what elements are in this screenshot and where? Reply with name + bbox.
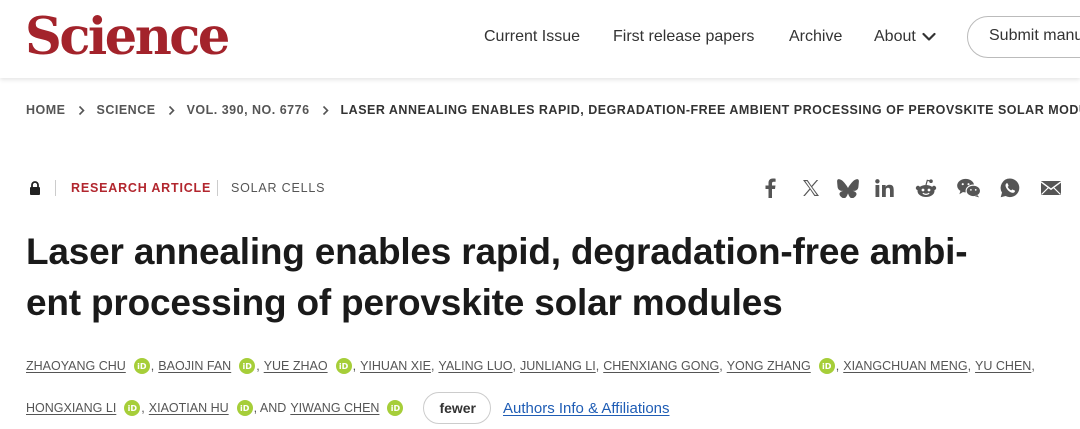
author-separator: , — [150, 359, 155, 373]
breadcrumb: HOME SCIENCE VOL. 390, NO. 6776 LASER AN… — [26, 103, 1080, 117]
author-separator: , — [256, 359, 260, 373]
linkedin-icon[interactable] — [872, 177, 896, 199]
author-separator: , — [1031, 359, 1035, 373]
author-name[interactable]: XIAOTIAN HU — [149, 401, 229, 415]
author-separator: , — [595, 359, 600, 373]
orcid-icon[interactable]: iD — [335, 358, 352, 374]
nav-about-label: About — [874, 28, 916, 45]
whatsapp-icon[interactable] — [998, 177, 1022, 199]
author-name[interactable]: YIHUAN XIE — [360, 359, 431, 373]
author-separator: , — [967, 359, 972, 373]
x-icon[interactable] — [799, 177, 823, 199]
article-type-label[interactable]: RESEARCH ARTICLE — [71, 181, 211, 195]
orcid-icon[interactable]: iD — [387, 400, 404, 416]
author-name[interactable]: HONGXIANG LI — [26, 401, 116, 415]
bluesky-icon[interactable] — [836, 177, 860, 199]
author-list-row: ZHAOYANG CHU iD, BAOJIN FAN iD, YUE ZHAO iD, Y… — [26, 358, 1039, 374]
orcid-icon[interactable]: iD — [133, 358, 150, 374]
breadcrumb-science[interactable]: SCIENCE — [97, 103, 156, 117]
article-title: Laser annealing enables rapid, degradati… — [26, 226, 1066, 328]
author-name[interactable]: CHENXIANG GONG — [603, 359, 719, 373]
author-name[interactable]: BAOJIN FAN — [158, 359, 231, 373]
author-separator: , — [835, 359, 840, 373]
nav-first-release-papers[interactable]: First release papers — [613, 27, 754, 47]
wechat-icon[interactable] — [957, 177, 981, 199]
author-separator: , — [141, 401, 145, 415]
breadcrumb-current: LASER ANNEALING ENABLES RAPID, DEGRADATI… — [340, 103, 1080, 117]
author-list-row: HONGXIANG LI iD, XIAOTIAN HU iD, AND YIWANG … — [26, 392, 670, 424]
divider — [55, 180, 56, 196]
author-separator: , — [352, 359, 357, 373]
facebook-icon[interactable] — [758, 177, 782, 199]
chevron-right-icon — [322, 105, 329, 116]
fewer-authors-button[interactable]: fewer — [423, 392, 492, 424]
author-name[interactable]: YIWANG CHEN — [290, 401, 379, 415]
nav-about[interactable]: About — [874, 27, 936, 47]
nav-archive[interactable]: Archive — [789, 27, 842, 47]
article-title-line: ent processing of perovskite solar modul… — [26, 282, 783, 323]
breadcrumb-issue[interactable]: VOL. 390, NO. 6776 — [187, 103, 310, 117]
author-name[interactable]: YONG ZHANG — [727, 359, 811, 373]
author-name[interactable]: ZHAOYANG CHU — [26, 359, 126, 373]
site-header: Science Current Issue First release pape… — [0, 0, 1080, 78]
author-name[interactable]: XIANGCHUAN MENG — [843, 359, 967, 373]
author-name[interactable]: JUNLIANG LI — [520, 359, 596, 373]
subject-label[interactable]: SOLAR CELLS — [231, 181, 325, 195]
orcid-icon[interactable]: iD — [236, 400, 253, 416]
authors-info-affiliations-link[interactable]: Authors Info & Affiliations — [503, 400, 670, 417]
author-separator: , — [430, 359, 435, 373]
author-separator: , — [512, 359, 517, 373]
author-name[interactable]: YALING LUO — [438, 359, 512, 373]
divider — [217, 180, 218, 196]
orcid-icon[interactable]: iD — [239, 358, 256, 374]
orcid-icon[interactable]: iD — [818, 358, 835, 374]
science-logo[interactable]: Science — [25, 6, 230, 68]
author-separator: , AND — [253, 401, 287, 415]
chevron-right-icon — [168, 105, 175, 116]
nav-current-issue[interactable]: Current Issue — [484, 27, 580, 47]
chevron-down-icon — [922, 32, 936, 41]
email-icon[interactable] — [1039, 177, 1063, 199]
author-name[interactable]: YUE ZHAO — [264, 359, 328, 373]
submit-manuscript-button[interactable]: Submit manu — [967, 16, 1080, 58]
lock-icon — [30, 181, 40, 195]
breadcrumb-home[interactable]: HOME — [26, 103, 66, 117]
orcid-icon[interactable]: iD — [124, 400, 141, 416]
author-separator: , — [719, 359, 723, 373]
article-title-line: Laser annealing enables rapid, degradati… — [26, 231, 968, 272]
chevron-right-icon — [78, 105, 85, 116]
reddit-icon[interactable] — [914, 177, 938, 199]
author-name[interactable]: YU CHEN — [975, 359, 1031, 373]
